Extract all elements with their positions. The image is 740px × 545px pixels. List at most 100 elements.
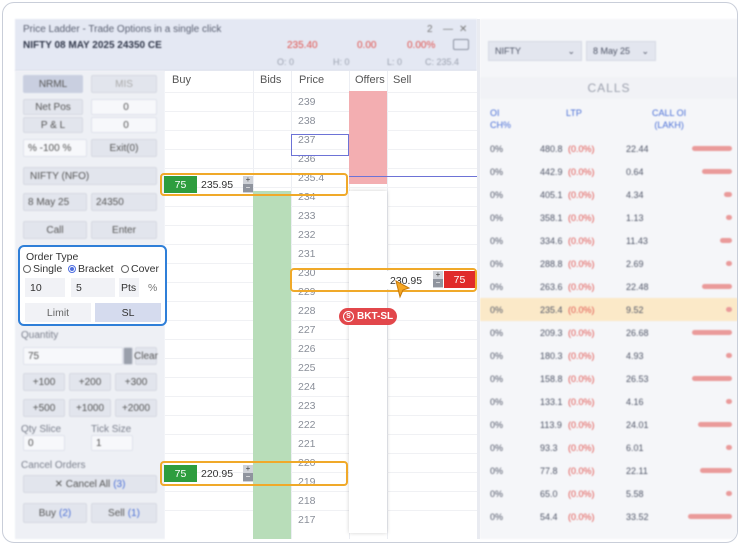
close-button[interactable]: ✕ [459,24,467,35]
radio-cover[interactable]: Cover [121,263,159,275]
chain-call-oi: 24.01 [626,420,649,430]
ladder-price: 217 [298,514,316,526]
ladder-price: 231 [298,248,316,260]
ladder-row[interactable]: 233 [165,206,477,225]
unit-pct-toggle[interactable]: % [143,278,161,297]
ladder-price: 221 [298,438,316,450]
chain-call-oi: 22.48 [626,282,649,292]
enter-button[interactable]: Enter [91,221,157,239]
exit-button[interactable]: Exit(0) [91,139,157,157]
ladder-row[interactable]: 224 [165,377,477,396]
chain-ltp: 54.4 [540,512,558,522]
qty-slice-input[interactable]: 0 [23,435,65,451]
chain-row[interactable]: 0% 54.4 (0.0%) 33.52 [480,505,737,528]
ladder-row[interactable]: 225 [165,358,477,377]
quantity-input[interactable]: 75 [23,347,123,365]
qty-add-100-button[interactable]: +100 [23,373,65,391]
chain-ltp: 209.3 [540,328,563,338]
chain-row[interactable]: 0% 358.1 (0.0%) 1.13 [480,206,737,229]
sell-order-qty[interactable]: 75 [444,271,475,288]
chain-row[interactable]: 0% 65.0 (0.0%) 5.58 [480,482,737,505]
minus-icon[interactable]: − [433,279,443,287]
minimize-button[interactable]: — [443,24,453,35]
chain-row[interactable]: 0% 180.3 (0.0%) 4.93 [480,344,737,367]
sell-button[interactable]: Sell (1) [91,503,157,523]
mis-button[interactable]: MIS [91,75,157,93]
qty-add-200-button[interactable]: +200 [69,373,111,391]
buy-order-qty[interactable]: 75 [164,465,197,482]
qty-add-500-button[interactable]: +500 [23,399,65,417]
chain-oi-change: 0% [490,466,504,476]
clear-button[interactable]: Clear [134,347,158,365]
chain-row[interactable]: 0% 480.8 (0.0%) 22.44 [480,137,737,160]
call-button[interactable]: Call [23,221,87,239]
change-value: 0.00 [357,40,377,51]
buy-button[interactable]: Buy (2) [23,503,87,523]
pnl-label: P & L [23,117,83,133]
qty-add-1000-button[interactable]: +1000 [69,399,111,417]
sell-order-stepper[interactable]: + − [433,271,443,288]
chain-row[interactable]: 0% 405.1 (0.0%) 4.34 [480,183,737,206]
ladder-row[interactable]: 232 [165,225,477,244]
cancel-all-count: (3) [113,478,126,490]
ladder-row[interactable]: 217 [165,510,477,529]
nrml-button[interactable]: NRML [23,75,83,93]
symbol-select[interactable]: NIFTY (NFO) [23,167,157,185]
chain-row[interactable]: 0% 288.8 (0.0%) 2.69 [480,252,737,275]
chain-row[interactable]: 0% 93.3 (0.0%) 6.01 [480,436,737,459]
tick-size-label: Tick Size [91,423,132,435]
buy-order-stepper[interactable]: + − [243,176,253,193]
chain-row[interactable]: 0% 442.9 (0.0%) 0.64 [480,160,737,183]
chain-oi-bar [726,261,732,266]
buy-order-qty[interactable]: 75 [164,176,197,193]
buy-order-stepper[interactable]: + − [243,465,253,482]
ladder-row[interactable]: 221 [165,434,477,453]
popout-icon[interactable] [453,39,469,50]
chain-row[interactable]: 0% 263.6 (0.0%) 22.48 [480,275,737,298]
unit-pts-toggle[interactable]: Pts [119,278,139,297]
chain-row[interactable]: 0% 235.4 (0.0%) 9.52 [480,298,737,321]
ladder-row[interactable]: 218 [165,491,477,510]
ladder-row[interactable]: 223 [165,396,477,415]
ladder-row[interactable]: 226 [165,339,477,358]
ladder-price: 222 [298,419,316,431]
tick-size-input[interactable]: 1 [91,435,133,451]
expiry-select[interactable]: 8 May 25 [23,193,87,211]
chain-row[interactable]: 0% 113.9 (0.0%) 24.01 [480,413,737,436]
chain-row[interactable]: 0% 158.8 (0.0%) 26.53 [480,367,737,390]
chain-row[interactable]: 0% 133.1 (0.0%) 4.16 [480,390,737,413]
radio-bracket[interactable]: Bracket [68,263,114,275]
minus-icon[interactable]: − [243,184,253,192]
sl-button[interactable]: SL [95,303,161,322]
qty-add-2000-button[interactable]: +2000 [115,399,157,417]
limit-button[interactable]: Limit [25,303,91,322]
window-count[interactable]: 2 [427,24,433,35]
ladder-row[interactable]: 222 [165,415,477,434]
quantity-stepper[interactable] [123,347,133,365]
strike-select[interactable]: 24350 [91,193,157,211]
chain-row[interactable]: 0% 334.6 (0.0%) 11.43 [480,229,737,252]
target-input[interactable]: 10 [25,278,65,297]
chain-oi-change: 0% [490,328,504,338]
stoploss-icon: S [343,311,354,322]
close-value: C: 235.4 [425,57,460,67]
stoploss-input[interactable]: 5 [71,278,115,297]
chain-symbol-select[interactable]: NIFTY ⌄ [488,41,582,61]
bkt-sl-badge[interactable]: S BKT-SL [339,308,397,325]
hover-price-cell[interactable] [291,134,349,156]
ladder-row[interactable]: 227 [165,320,477,339]
chain-row[interactable]: 0% 209.3 (0.0%) 26.68 [480,321,737,344]
chain-row[interactable]: 0% 77.8 (0.0%) 22.11 [480,459,737,482]
ladder-row[interactable]: 238 [165,111,477,130]
buy-order-price: 220.95 [201,468,234,480]
ladder-row[interactable]: 228 [165,301,477,320]
minus-icon[interactable]: − [243,473,253,481]
qty-add-300-button[interactable]: +300 [115,373,157,391]
chain-expiry-select[interactable]: 8 May 25 ⌄ [586,41,656,61]
radio-single[interactable]: Single [23,263,62,275]
cancel-all-button[interactable]: ✕ Cancel All (3) [23,475,157,493]
ladder-row[interactable]: 239 [165,92,477,111]
chain-ltp-change: (0.0%) [568,420,595,430]
ladder-row[interactable]: 231 [165,244,477,263]
percent-field[interactable]: % -100 % [23,139,87,157]
